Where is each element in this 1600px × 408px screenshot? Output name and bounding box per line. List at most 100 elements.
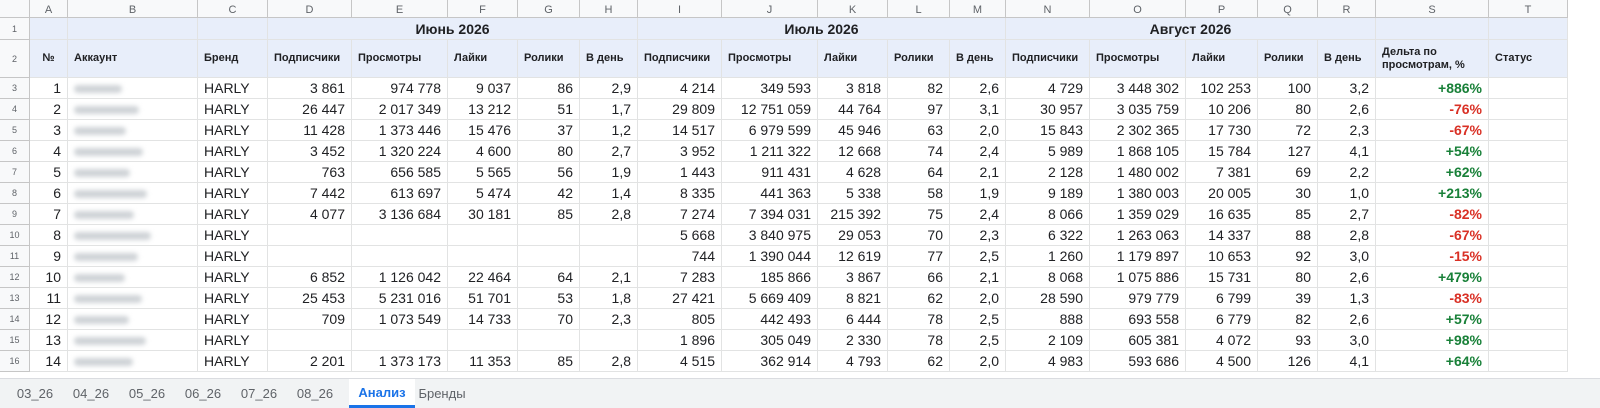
- metric-cell[interactable]: 4,1: [1318, 141, 1376, 162]
- metric-cell[interactable]: 1,9: [580, 162, 638, 183]
- metric-cell[interactable]: 6 852: [268, 267, 352, 288]
- metric-cell[interactable]: 66: [888, 267, 950, 288]
- metric-cell[interactable]: 70: [888, 225, 950, 246]
- column-header-j[interactable]: J: [722, 0, 818, 18]
- delta-cell[interactable]: -15%: [1376, 246, 1489, 267]
- metric-cell[interactable]: 1 320 224: [352, 141, 448, 162]
- metric-cell[interactable]: 4 600: [448, 141, 518, 162]
- brand-cell[interactable]: HARLY: [198, 99, 268, 120]
- metric-cell[interactable]: 2,4: [950, 204, 1006, 225]
- metric-cell[interactable]: 1 179 897: [1090, 246, 1186, 267]
- row-number-cell[interactable]: 14: [30, 351, 68, 372]
- delta-cell[interactable]: +98%: [1376, 330, 1489, 351]
- metric-cell[interactable]: 62: [888, 351, 950, 372]
- brand-cell[interactable]: HARLY: [198, 78, 268, 99]
- metric-cell[interactable]: 2,0: [950, 351, 1006, 372]
- row-header-4[interactable]: 4: [0, 99, 30, 120]
- metric-cell[interactable]: 4 214: [638, 78, 722, 99]
- account-cell-blurred[interactable]: [68, 309, 198, 330]
- metric-cell[interactable]: 4 983: [1006, 351, 1090, 372]
- metric-cell[interactable]: 28 590: [1006, 288, 1090, 309]
- account-cell-blurred[interactable]: [68, 330, 198, 351]
- delta-cell[interactable]: -82%: [1376, 204, 1489, 225]
- brand-cell[interactable]: HARLY: [198, 330, 268, 351]
- metric-cell[interactable]: 69: [1258, 162, 1318, 183]
- metric-cell[interactable]: 2,1: [950, 267, 1006, 288]
- metric-cell[interactable]: 3 867: [818, 267, 888, 288]
- metric-cell[interactable]: 2,7: [1318, 204, 1376, 225]
- metric-cell[interactable]: 78: [888, 309, 950, 330]
- status-cell[interactable]: [1489, 204, 1568, 225]
- metric-cell[interactable]: [268, 246, 352, 267]
- delta-cell[interactable]: -76%: [1376, 99, 1489, 120]
- spreadsheet-grid[interactable]: A B C D E F G H I J K L M N O P Q R S T 1 2 3 4 5 6 7 8 9 10 11 12 13 14 1…: [0, 0, 1600, 378]
- row-number-cell[interactable]: 7: [30, 204, 68, 225]
- metric-cell[interactable]: 10 206: [1186, 99, 1258, 120]
- metric-cell[interactable]: 5 669 409: [722, 288, 818, 309]
- delta-cell[interactable]: +213%: [1376, 183, 1489, 204]
- column-header-a[interactable]: A: [30, 0, 68, 18]
- metric-cell[interactable]: 8 821: [818, 288, 888, 309]
- metric-cell[interactable]: 215 392: [818, 204, 888, 225]
- metric-cell[interactable]: [352, 246, 448, 267]
- delta-cell[interactable]: +54%: [1376, 141, 1489, 162]
- metric-cell[interactable]: 2 017 349: [352, 99, 448, 120]
- account-cell-blurred[interactable]: [68, 162, 198, 183]
- metric-cell[interactable]: 5 565: [448, 162, 518, 183]
- metric-cell[interactable]: 3 861: [268, 78, 352, 99]
- delta-cell[interactable]: +886%: [1376, 78, 1489, 99]
- status-cell[interactable]: [1489, 351, 1568, 372]
- row-number-cell[interactable]: 5: [30, 162, 68, 183]
- row-number-cell[interactable]: 12: [30, 309, 68, 330]
- metric-cell[interactable]: [448, 225, 518, 246]
- account-cell-blurred[interactable]: [68, 288, 198, 309]
- metric-cell[interactable]: 2 302 365: [1090, 120, 1186, 141]
- metric-cell[interactable]: 3,0: [1318, 246, 1376, 267]
- metric-cell[interactable]: 58: [888, 183, 950, 204]
- metric-cell[interactable]: 8 335: [638, 183, 722, 204]
- column-header-f[interactable]: F: [448, 0, 518, 18]
- column-header-k[interactable]: K: [818, 0, 888, 18]
- account-cell-blurred[interactable]: [68, 351, 198, 372]
- delta-cell[interactable]: +62%: [1376, 162, 1489, 183]
- metric-cell[interactable]: 2,9: [580, 78, 638, 99]
- account-cell-blurred[interactable]: [68, 183, 198, 204]
- metric-cell[interactable]: 693 558: [1090, 309, 1186, 330]
- metric-cell[interactable]: 64: [888, 162, 950, 183]
- brand-cell[interactable]: HARLY: [198, 246, 268, 267]
- metric-cell[interactable]: 16 635: [1186, 204, 1258, 225]
- metric-cell[interactable]: 30 181: [448, 204, 518, 225]
- metric-cell[interactable]: 1,4: [580, 183, 638, 204]
- metric-cell[interactable]: [352, 330, 448, 351]
- metric-cell[interactable]: 45 946: [818, 120, 888, 141]
- metric-cell[interactable]: 78: [888, 330, 950, 351]
- metric-cell[interactable]: 1 260: [1006, 246, 1090, 267]
- metric-cell[interactable]: 1,8: [580, 288, 638, 309]
- metric-cell[interactable]: 2,7: [580, 141, 638, 162]
- metric-cell[interactable]: 1,9: [950, 183, 1006, 204]
- column-header-q[interactable]: Q: [1258, 0, 1318, 18]
- column-header-r[interactable]: R: [1318, 0, 1376, 18]
- status-cell[interactable]: [1489, 183, 1568, 204]
- row-header-2[interactable]: 2: [0, 40, 30, 78]
- column-header-g[interactable]: G: [518, 0, 580, 18]
- row-header-9[interactable]: 9: [0, 204, 30, 225]
- row-number-cell[interactable]: 1: [30, 78, 68, 99]
- metric-cell[interactable]: 9 189: [1006, 183, 1090, 204]
- account-cell-blurred[interactable]: [68, 99, 198, 120]
- metric-cell[interactable]: 2,8: [1318, 225, 1376, 246]
- sheet-tab[interactable]: 07_26: [232, 379, 286, 408]
- metric-cell[interactable]: 7 283: [638, 267, 722, 288]
- metric-cell[interactable]: [580, 246, 638, 267]
- metric-cell[interactable]: 6 779: [1186, 309, 1258, 330]
- account-cell-blurred[interactable]: [68, 267, 198, 288]
- metric-cell[interactable]: 102 253: [1186, 78, 1258, 99]
- delta-cell[interactable]: +57%: [1376, 309, 1489, 330]
- metric-cell[interactable]: 9 037: [448, 78, 518, 99]
- metric-cell[interactable]: 1 896: [638, 330, 722, 351]
- metric-cell[interactable]: 5 338: [818, 183, 888, 204]
- metric-cell[interactable]: 805: [638, 309, 722, 330]
- metric-cell[interactable]: 22 464: [448, 267, 518, 288]
- metric-cell[interactable]: 8 066: [1006, 204, 1090, 225]
- metric-cell[interactable]: 3,1: [950, 99, 1006, 120]
